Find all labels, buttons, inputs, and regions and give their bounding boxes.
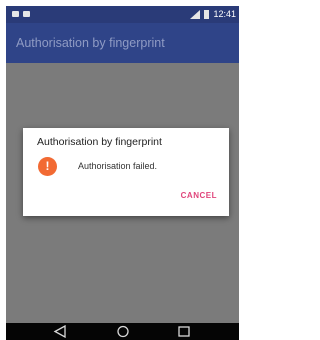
home-icon[interactable] [116, 325, 130, 338]
status-bar: 12:41 [6, 6, 239, 23]
status-left-icons [12, 11, 30, 17]
phone-screen: 12:41 Authorisation by fingerprint Autho… [6, 6, 239, 340]
signal-icon [190, 10, 201, 19]
alert-icon: ! [38, 157, 57, 176]
dimmed-content-area: Authorisation by fingerprint ! Authorisa… [6, 63, 239, 323]
battery-icon [204, 10, 210, 19]
notification-icon [23, 11, 30, 17]
recents-icon[interactable] [177, 325, 191, 338]
app-bar-title: Authorisation by fingerprint [16, 36, 165, 50]
status-time: 12:41 [213, 9, 236, 19]
dialog-message: Authorisation failed. [78, 161, 158, 171]
status-right-area: 12:41 [190, 9, 236, 20]
back-icon[interactable] [53, 325, 67, 338]
cancel-button[interactable]: CANCEL [177, 188, 221, 203]
navigation-bar [6, 323, 239, 340]
app-bar: Authorisation by fingerprint [6, 23, 239, 63]
fingerprint-dialog: Authorisation by fingerprint ! Authorisa… [23, 128, 229, 216]
notification-icon [12, 11, 19, 17]
dialog-title: Authorisation by fingerprint [37, 136, 162, 148]
